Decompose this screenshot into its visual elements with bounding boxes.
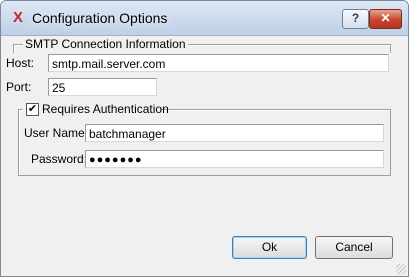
configuration-dialog: X Configuration Options ? ✕ SMTP Connect… xyxy=(0,0,409,277)
port-input[interactable]: 25 xyxy=(48,78,157,96)
cancel-button[interactable]: Cancel xyxy=(315,236,393,259)
requires-authentication-checkbox[interactable]: ✔ xyxy=(26,103,39,116)
ok-button[interactable]: Ok xyxy=(232,236,307,259)
host-label: Host: xyxy=(6,56,35,70)
app-logo-icon: X xyxy=(12,9,23,26)
requires-authentication-label[interactable]: Requires Authentication xyxy=(42,102,169,116)
username-input[interactable]: batchmanager xyxy=(85,124,384,142)
host-input[interactable]: smtp.mail.server.com xyxy=(48,54,389,72)
smtp-group-legend: SMTP Connection Information xyxy=(23,37,188,51)
password-label: Password: xyxy=(31,152,88,166)
password-input[interactable]: ●●●●●●● xyxy=(85,150,384,168)
port-label: Port: xyxy=(6,80,32,94)
resize-grip[interactable] xyxy=(396,264,406,274)
title-bar[interactable]: X Configuration Options ? ✕ xyxy=(1,1,408,36)
window-title: Configuration Options xyxy=(32,10,168,26)
username-label: User Name: xyxy=(24,126,89,140)
help-button[interactable]: ? xyxy=(342,9,369,29)
close-button[interactable]: ✕ xyxy=(369,9,402,29)
